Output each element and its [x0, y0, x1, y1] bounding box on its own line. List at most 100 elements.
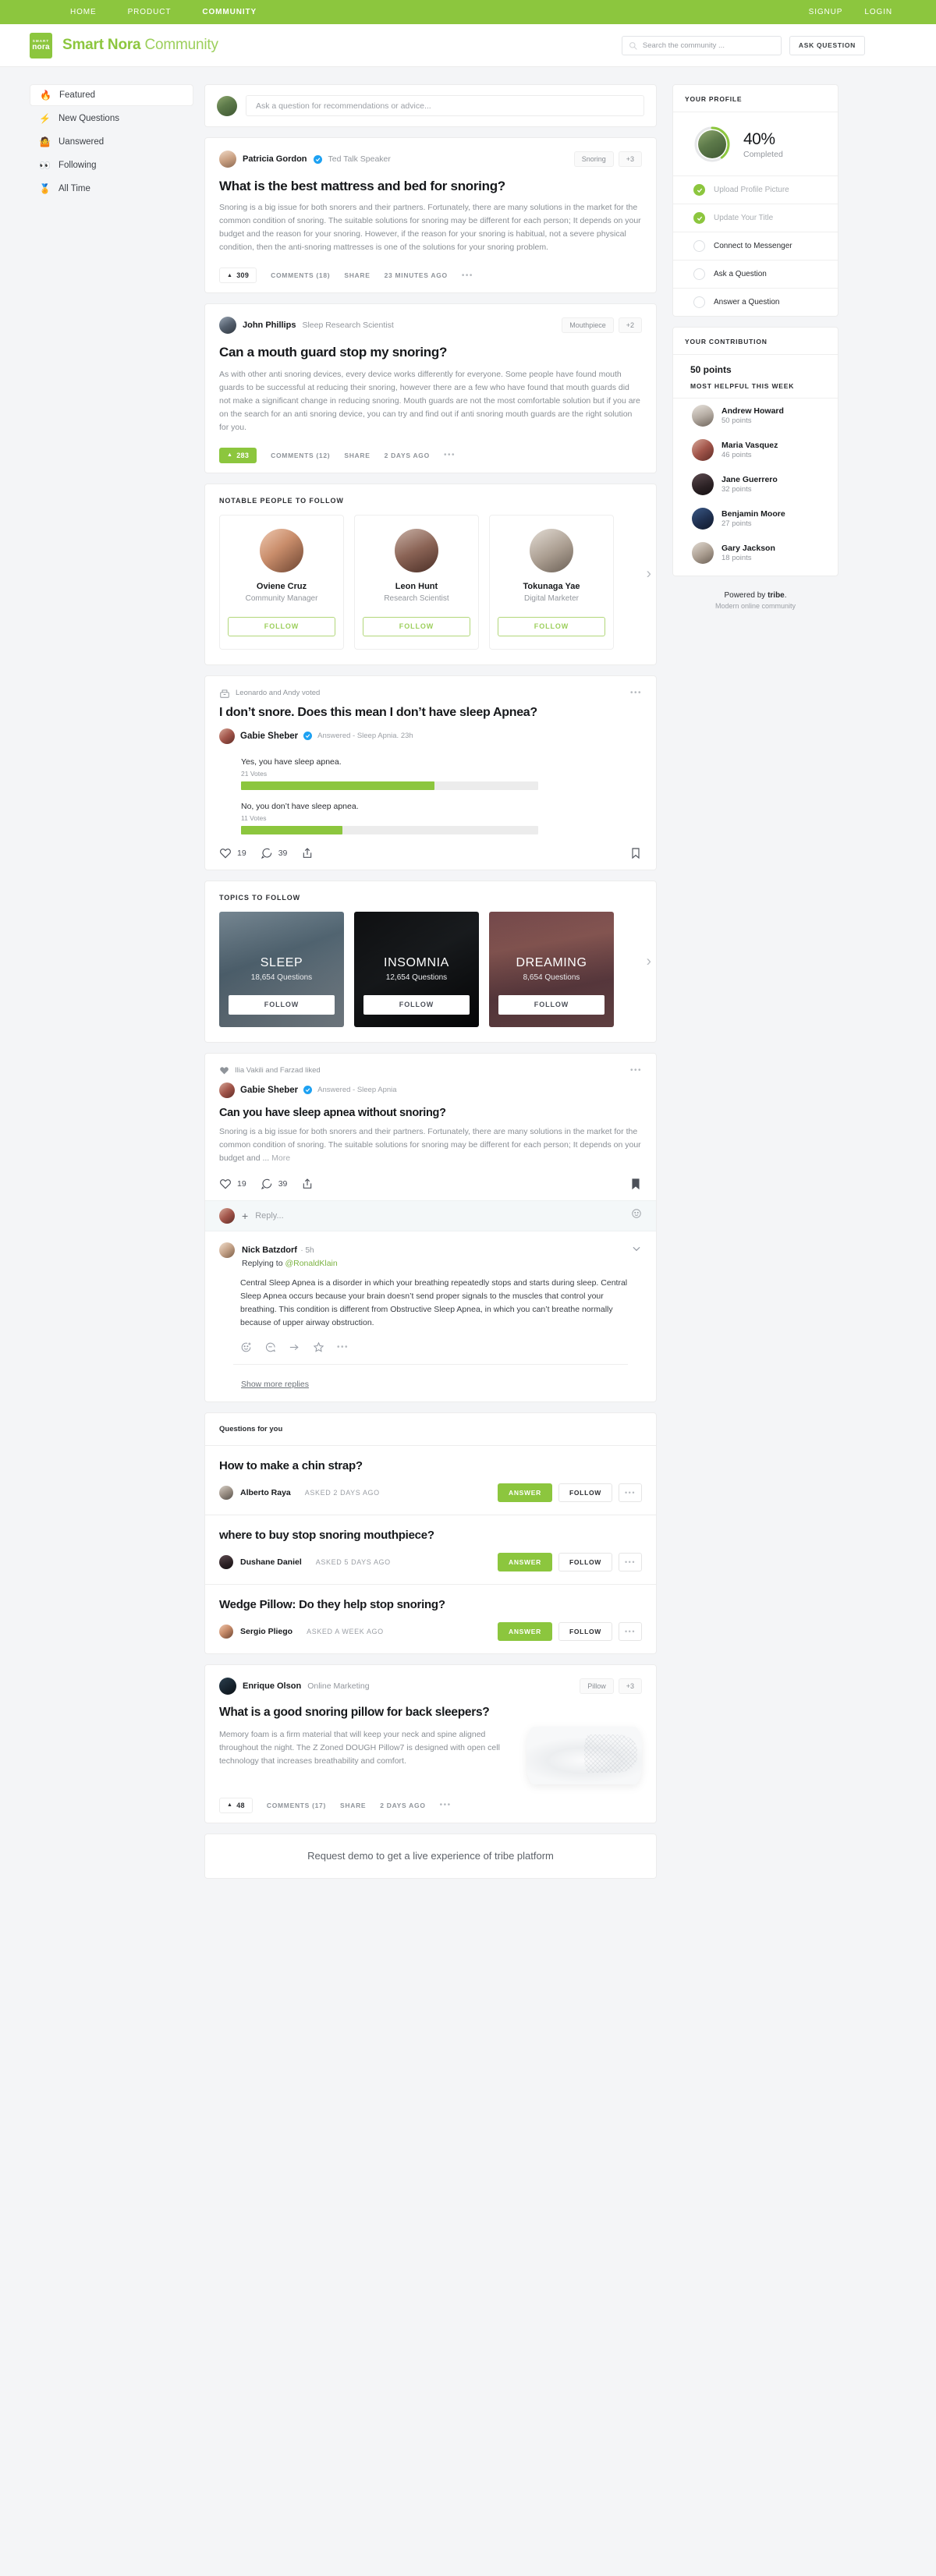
brand-logo[interactable]: SMART nora Smart Nora Community: [30, 32, 218, 58]
profile-task-upload-picture[interactable]: Upload Profile Picture: [673, 176, 838, 204]
leaderboard-row[interactable]: Andrew Howard 50 points: [673, 399, 838, 433]
top-nav-signup[interactable]: SIGNUP: [809, 8, 843, 16]
sidebar-item-featured[interactable]: 🔥 Featured: [30, 84, 193, 106]
leaderboard-row[interactable]: Maria Vasquez 46 points: [673, 433, 838, 467]
star-icon[interactable]: [313, 1341, 324, 1353]
comments-link[interactable]: COMMENTS (18): [271, 271, 330, 279]
apnea-title[interactable]: Can you have sleep apnea without snoring…: [219, 1107, 642, 1119]
share-link[interactable]: SHARE: [340, 1802, 366, 1809]
topic-card[interactable]: DREAMING 8,654 Questions FOLLOW: [489, 911, 614, 1027]
post-author[interactable]: Enrique Olson: [243, 1681, 301, 1691]
answer-button[interactable]: ANSWER: [497, 1483, 552, 1502]
profile-task-answer-question[interactable]: Answer a Question: [673, 289, 838, 316]
poll-option[interactable]: No, you don’t have sleep apnea. 11 Votes: [241, 802, 642, 834]
profile-task-connect-messenger[interactable]: Connect to Messenger: [673, 232, 838, 260]
tag-more-chip[interactable]: +3: [618, 151, 642, 167]
post-more-icon[interactable]: •••: [630, 689, 642, 697]
post-title[interactable]: Can a mouth guard stop my snoring?: [219, 344, 642, 360]
person-name[interactable]: Leon Hunt: [395, 582, 438, 591]
question-title[interactable]: where to buy stop snoring mouthpiece?: [219, 1529, 642, 1542]
powered-brand[interactable]: tribe: [768, 591, 785, 600]
follow-button[interactable]: FOLLOW: [228, 616, 335, 636]
sidebar-item-unanswered[interactable]: 🤷 Uanswered: [30, 131, 193, 153]
show-more-replies-link[interactable]: Show more replies: [205, 1369, 656, 1401]
read-more-link[interactable]: More: [271, 1153, 290, 1163]
like-button[interactable]: 19: [219, 1178, 246, 1190]
upvote-button[interactable]: ▲ 48: [219, 1797, 253, 1813]
sidebar-item-new-questions[interactable]: ⚡ New Questions: [30, 108, 193, 129]
question-author[interactable]: Alberto Raya: [240, 1488, 291, 1497]
comment-more-icon[interactable]: •••: [337, 1343, 349, 1352]
answer-button[interactable]: ANSWER: [497, 1621, 552, 1641]
top-nav-login[interactable]: LOGIN: [864, 8, 892, 16]
collapse-chevron-icon[interactable]: [631, 1243, 642, 1258]
ask-question-input[interactable]: Ask a question for recommendations or ad…: [246, 95, 644, 116]
carousel-next-icon[interactable]: ›: [647, 567, 651, 582]
add-reaction-icon[interactable]: [240, 1341, 252, 1353]
bookmark-button[interactable]: [629, 1178, 642, 1190]
mention-link[interactable]: @RonaldKlain: [285, 1259, 337, 1268]
follow-button[interactable]: FOLLOW: [498, 616, 605, 636]
tag-chip[interactable]: Mouthpiece: [562, 317, 614, 334]
question-author[interactable]: Sergio Pliego: [240, 1627, 292, 1636]
top-nav-community[interactable]: COMMUNITY: [202, 8, 257, 16]
post-more-icon[interactable]: •••: [630, 1066, 642, 1075]
post-more-icon[interactable]: •••: [440, 1801, 452, 1809]
reply-bar[interactable]: + Reply...: [205, 1199, 656, 1231]
comments-link[interactable]: COMMENTS (12): [271, 452, 330, 459]
forward-arrow-icon[interactable]: [289, 1341, 300, 1353]
share-button[interactable]: [301, 1178, 314, 1190]
sidebar-item-all-time[interactable]: 🏅 All Time: [30, 178, 193, 200]
post-author[interactable]: John Phillips: [243, 321, 296, 330]
poll-author-name[interactable]: Gabie Sheber: [240, 732, 298, 741]
leaderboard-row[interactable]: Gary Jackson 18 points: [673, 536, 838, 576]
post-title[interactable]: What is a good snoring pillow for back s…: [219, 1705, 642, 1720]
upvote-button[interactable]: ▲ 309: [219, 268, 257, 284]
share-link[interactable]: SHARE: [344, 452, 370, 459]
poll-option[interactable]: Yes, you have sleep apnea. 21 Votes: [241, 757, 642, 790]
comments-link[interactable]: COMMENTS (17): [267, 1802, 326, 1809]
post-author[interactable]: Patricia Gordon: [243, 154, 307, 164]
top-nav-product[interactable]: PRODUCT: [128, 8, 172, 16]
comment-button[interactable]: 39: [261, 1178, 287, 1190]
question-title[interactable]: How to make a chin strap?: [219, 1459, 642, 1472]
topic-card[interactable]: INSOMNIA 12,654 Questions FOLLOW: [354, 911, 479, 1027]
person-name[interactable]: Oviene Cruz: [257, 582, 307, 591]
leaderboard-row[interactable]: Jane Guerrero 32 points: [673, 467, 838, 501]
post-more-icon[interactable]: •••: [462, 271, 473, 280]
top-nav-home[interactable]: HOME: [70, 8, 97, 16]
emoji-picker-button[interactable]: [631, 1208, 642, 1223]
question-more-button[interactable]: •••: [619, 1483, 642, 1502]
reply-icon[interactable]: [264, 1341, 276, 1353]
follow-button[interactable]: FOLLOW: [363, 616, 470, 636]
question-more-button[interactable]: •••: [619, 1621, 642, 1641]
upvote-button[interactable]: ▲ 283: [219, 447, 257, 463]
apnea-author-name[interactable]: Gabie Sheber: [240, 1086, 298, 1095]
follow-button[interactable]: FOLLOW: [558, 1552, 612, 1571]
post-more-icon[interactable]: •••: [444, 451, 456, 459]
post-title[interactable]: What is the best mattress and bed for sn…: [219, 178, 642, 194]
follow-button[interactable]: FOLLOW: [558, 1621, 612, 1641]
share-button[interactable]: [301, 847, 314, 859]
question-more-button[interactable]: •••: [619, 1552, 642, 1571]
comment-button[interactable]: 39: [261, 847, 287, 859]
add-icon[interactable]: +: [242, 1210, 248, 1222]
follow-button[interactable]: FOLLOW: [498, 994, 604, 1015]
person-name[interactable]: Tokunaga Yae: [523, 582, 580, 591]
search-input[interactable]: Search the community ...: [621, 35, 782, 55]
answer-button[interactable]: ANSWER: [497, 1552, 552, 1571]
share-link[interactable]: SHARE: [344, 271, 370, 279]
carousel-next-icon[interactable]: ›: [647, 954, 651, 969]
follow-button[interactable]: FOLLOW: [229, 994, 335, 1015]
bookmark-button[interactable]: [629, 847, 642, 859]
tag-chip[interactable]: Snoring: [573, 151, 614, 167]
follow-button[interactable]: FOLLOW: [558, 1483, 612, 1502]
leaderboard-row[interactable]: Benjamin Moore 27 points: [673, 501, 838, 536]
topic-card[interactable]: SLEEP 18,654 Questions FOLLOW: [219, 911, 344, 1027]
follow-button[interactable]: FOLLOW: [363, 994, 470, 1015]
profile-task-ask-question[interactable]: Ask a Question: [673, 260, 838, 289]
tag-more-chip[interactable]: +2: [618, 317, 642, 334]
profile-task-update-title[interactable]: Update Your Title: [673, 204, 838, 232]
poll-title[interactable]: I don’t snore. Does this mean I don’t ha…: [219, 706, 642, 720]
sidebar-item-following[interactable]: 👀 Following: [30, 154, 193, 176]
